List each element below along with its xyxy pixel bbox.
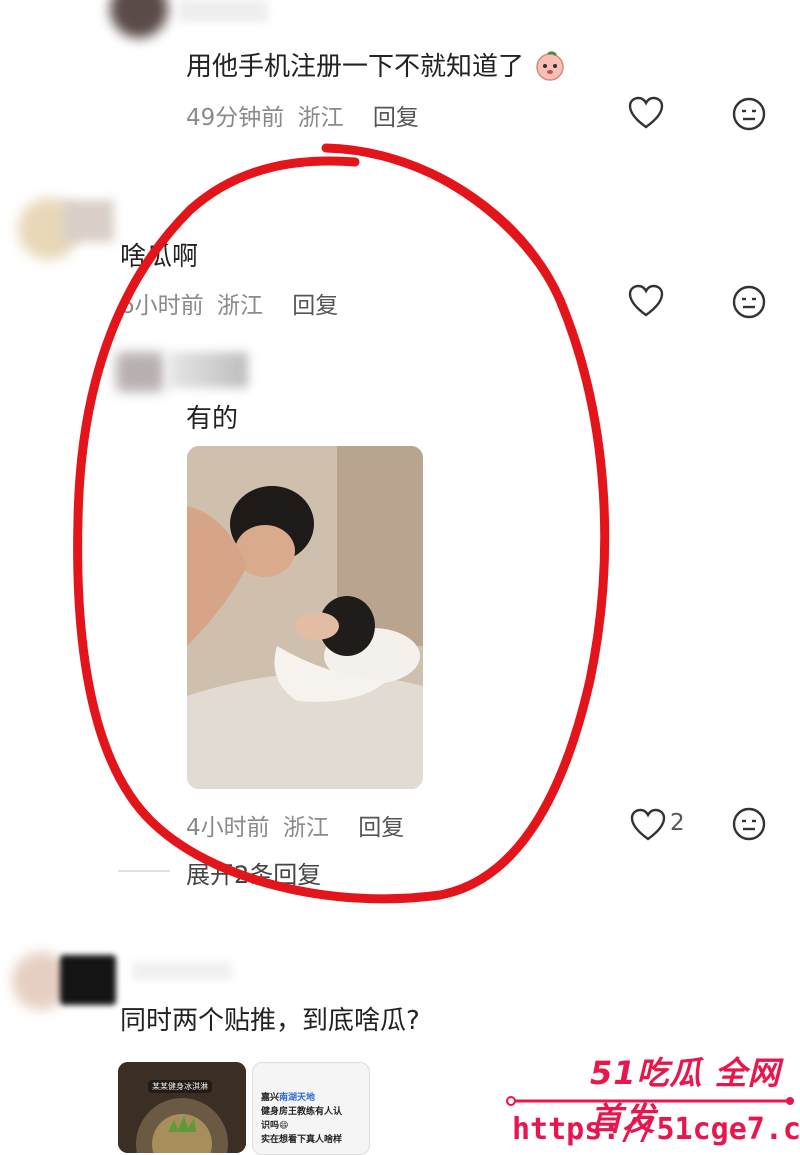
avatar-dark-blur [60,955,116,1005]
comment-meta: 6小时前 浙江 回复 [120,286,338,320]
username-blur [132,962,232,980]
comment-text: 用他手机注册一下不就知道了 [186,46,566,83]
comment-text: 同时两个贴推，到底啥瓜? [120,1006,420,1036]
thumbnail-text: 嘉兴南湖天地 健身房王教练有人认 识吗😄 实在想看下真人啥样 [261,1091,367,1147]
timestamp: 4小时前 [186,815,270,841]
reply-button[interactable]: 回复 [373,105,419,131]
location: 浙江 [282,815,329,841]
comment-thumbnail[interactable]: 某某健身冰淇淋 [118,1062,246,1153]
like-count: 2 [670,810,685,836]
comment-text: 有的 [186,404,239,434]
location: 浙江 [297,105,344,131]
heart-icon[interactable] [628,284,664,322]
avatar[interactable] [110,0,168,38]
thumbnail-line-1a: 嘉兴 [261,1093,280,1103]
expand-divider [118,870,170,872]
comment-photo[interactable] [187,446,423,789]
thumbnail-line-2: 健身房王教练有人认 [261,1107,343,1117]
neutral-face-icon[interactable] [732,807,766,845]
watermark-url: https://51cge7.com [512,1112,800,1147]
location: 浙江 [216,293,263,319]
reply-button[interactable]: 回复 [358,815,404,841]
comment-text: 啥瓜啊 [120,242,199,272]
reply-button[interactable]: 回复 [292,293,338,319]
username-blur [168,352,248,388]
heart-icon[interactable] [628,96,664,134]
comment-meta: 4小时前 浙江 回复 [186,808,404,842]
neutral-face-icon[interactable] [732,285,766,323]
thumbnail-highlight: 南湖天地 [279,1093,316,1103]
username-blur [178,0,268,22]
thumbnail-line-4: 实在想看下真人啥样 [261,1135,343,1145]
thumbnail-line-1: 嘉兴南湖天地 [261,1091,367,1105]
watermark-underline [506,1096,794,1106]
timestamp: 6小时前 [120,293,204,319]
username-blur [62,200,114,242]
avatar[interactable] [116,352,164,392]
expand-replies-button[interactable]: 展开2条回复 [186,855,321,890]
thumbnail-line-3: 识吗😄 [261,1121,289,1131]
comment-meta: 49分钟前 浙江 回复 [186,98,419,132]
heart-icon[interactable] [630,808,666,846]
thumbnail-caption: 某某健身冰淇淋 [148,1080,212,1093]
neutral-face-icon[interactable] [732,97,766,135]
comment-thumbnail[interactable]: 嘉兴南湖天地 健身房王教练有人认 识吗😄 实在想看下真人啥样 [252,1062,370,1155]
comment-body: 用他手机注册一下不就知道了 [186,52,525,82]
peach-emoji-icon [534,49,566,81]
timestamp: 49分钟前 [186,105,285,131]
